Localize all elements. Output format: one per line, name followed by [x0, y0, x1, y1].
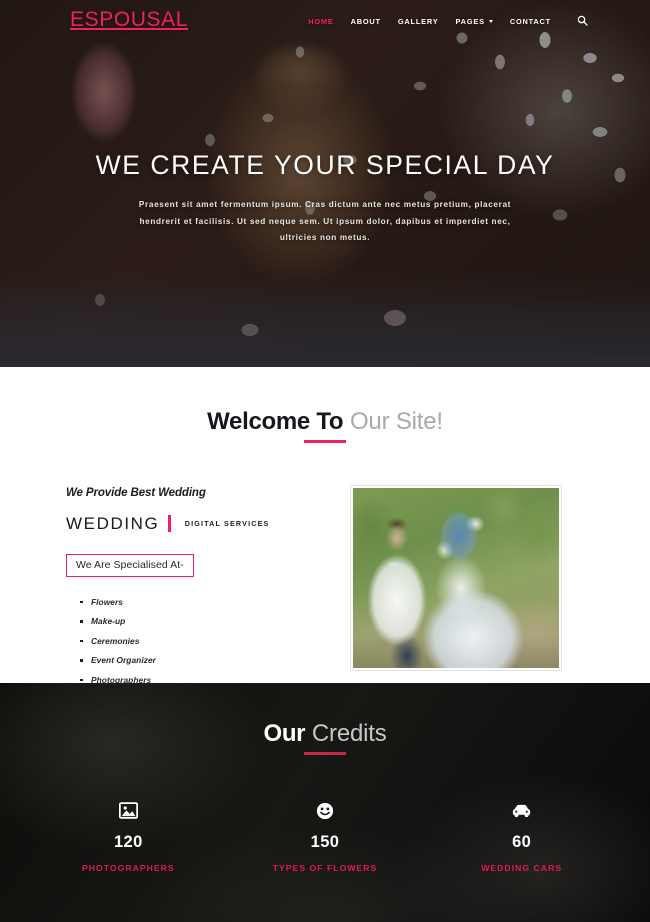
image-icon — [118, 802, 138, 819]
counter-icon-wrap — [30, 800, 227, 822]
nav-item-gallery[interactable]: GALLERY — [398, 11, 439, 29]
counter-label: TYPES OF FLOWERS — [272, 862, 378, 873]
list-item: Flowers — [80, 597, 312, 607]
nav-link-home[interactable]: HOME — [308, 17, 333, 26]
chevron-down-icon — [488, 20, 493, 23]
nav-item-pages[interactable]: PAGES — [455, 11, 493, 29]
nav-link-about[interactable]: ABOUT — [351, 17, 381, 26]
welcome-image-column — [350, 484, 562, 695]
welcome-kicker: We Provide Best Wedding — [66, 486, 206, 499]
nav-item-about[interactable]: ABOUT — [351, 11, 381, 29]
counter-photographers: 120 PHOTOGRAPHERS — [30, 800, 227, 873]
credits-section: Our Credits 120 PHOTOGRAPHERS 150 TYPES … — [0, 683, 650, 922]
credits-heading: Our Credits — [0, 720, 650, 747]
credits-heading-bold: Our — [263, 720, 306, 747]
credits-heading-block: Our Credits — [0, 720, 650, 755]
credits-heading-underline — [304, 752, 346, 755]
specialities-list: Flowers Make-up Ceremonies Event Organiz… — [66, 597, 312, 685]
hero-subtitle: Praesent sit amet fermentum ipsum. Cras … — [138, 199, 512, 243]
welcome-text-column: We Provide Best Wedding WEDDING DIGITAL … — [66, 485, 312, 695]
welcome-brand-word: WEDDING — [66, 513, 160, 533]
welcome-heading-light: Our Site! — [349, 408, 443, 435]
brand-divider-bar — [168, 515, 171, 533]
nav-item-home[interactable]: HOME — [308, 11, 333, 29]
hero-section: ESPOUSAL HOME ABOUT GALLERY PAGES CONTAC… — [0, 0, 650, 367]
counter-types-of-flowers: 150 TYPES OF FLOWERS — [227, 800, 424, 873]
counter-icon-wrap — [423, 800, 620, 822]
welcome-heading-block: Welcome To Our Site! — [0, 408, 650, 443]
counter-value: 150 — [310, 832, 340, 851]
list-item: Ceremonies — [80, 636, 312, 646]
welcome-brand-line: WEDDING DIGITAL SERVICES — [66, 514, 312, 534]
credits-heading-light: Credits — [311, 720, 387, 747]
hero-title: WE CREATE YOUR SPECIAL DAY — [95, 149, 555, 180]
list-item: Make-up — [80, 616, 312, 626]
search-button[interactable] — [577, 15, 588, 26]
nav-menu: HOME ABOUT GALLERY PAGES CONTACT — [308, 11, 588, 29]
wedding-couple-photo — [353, 487, 559, 668]
wedding-photo-frame — [350, 484, 562, 671]
counters-row: 120 PHOTOGRAPHERS 150 TYPES OF FLOWERS 6… — [0, 800, 650, 873]
welcome-section: Welcome To Our Site! We Provide Best Wed… — [0, 367, 650, 685]
list-item: Event Organizer — [80, 655, 312, 665]
welcome-heading-underline — [304, 440, 346, 443]
counter-value: 120 — [113, 832, 143, 851]
counter-value: 60 — [512, 832, 532, 851]
credits-content: Our Credits 120 PHOTOGRAPHERS 150 TYPES … — [0, 683, 650, 873]
welcome-heading-bold: Welcome To — [207, 408, 344, 435]
nav-link-pages[interactable]: PAGES — [455, 17, 493, 26]
counter-icon-wrap — [227, 800, 424, 822]
search-icon — [577, 15, 588, 26]
nav-item-search[interactable] — [568, 15, 588, 26]
welcome-heading: Welcome To Our Site! — [0, 408, 650, 435]
smiley-icon — [316, 802, 334, 819]
nav-link-pages-label: PAGES — [455, 17, 485, 26]
counter-label: WEDDING CARS — [481, 862, 563, 873]
nav-link-gallery[interactable]: GALLERY — [398, 17, 439, 26]
specialised-label-box: We Are Specialised At- — [66, 553, 194, 577]
nav-link-contact[interactable]: CONTACT — [510, 17, 551, 26]
welcome-body: We Provide Best Wedding WEDDING DIGITAL … — [0, 484, 650, 695]
welcome-brand-tag: DIGITAL SERVICES — [184, 519, 270, 529]
counter-wedding-cars: 60 WEDDING CARS — [423, 800, 620, 873]
hero-content: WE CREATE YOUR SPECIAL DAY Praesent sit … — [0, 0, 650, 367]
car-icon — [513, 805, 531, 818]
main-navigation: ESPOUSAL HOME ABOUT GALLERY PAGES CONTAC… — [0, 0, 650, 40]
site-logo[interactable]: ESPOUSAL — [70, 8, 188, 32]
nav-item-contact[interactable]: CONTACT — [510, 11, 551, 29]
counter-label: PHOTOGRAPHERS — [81, 862, 175, 873]
